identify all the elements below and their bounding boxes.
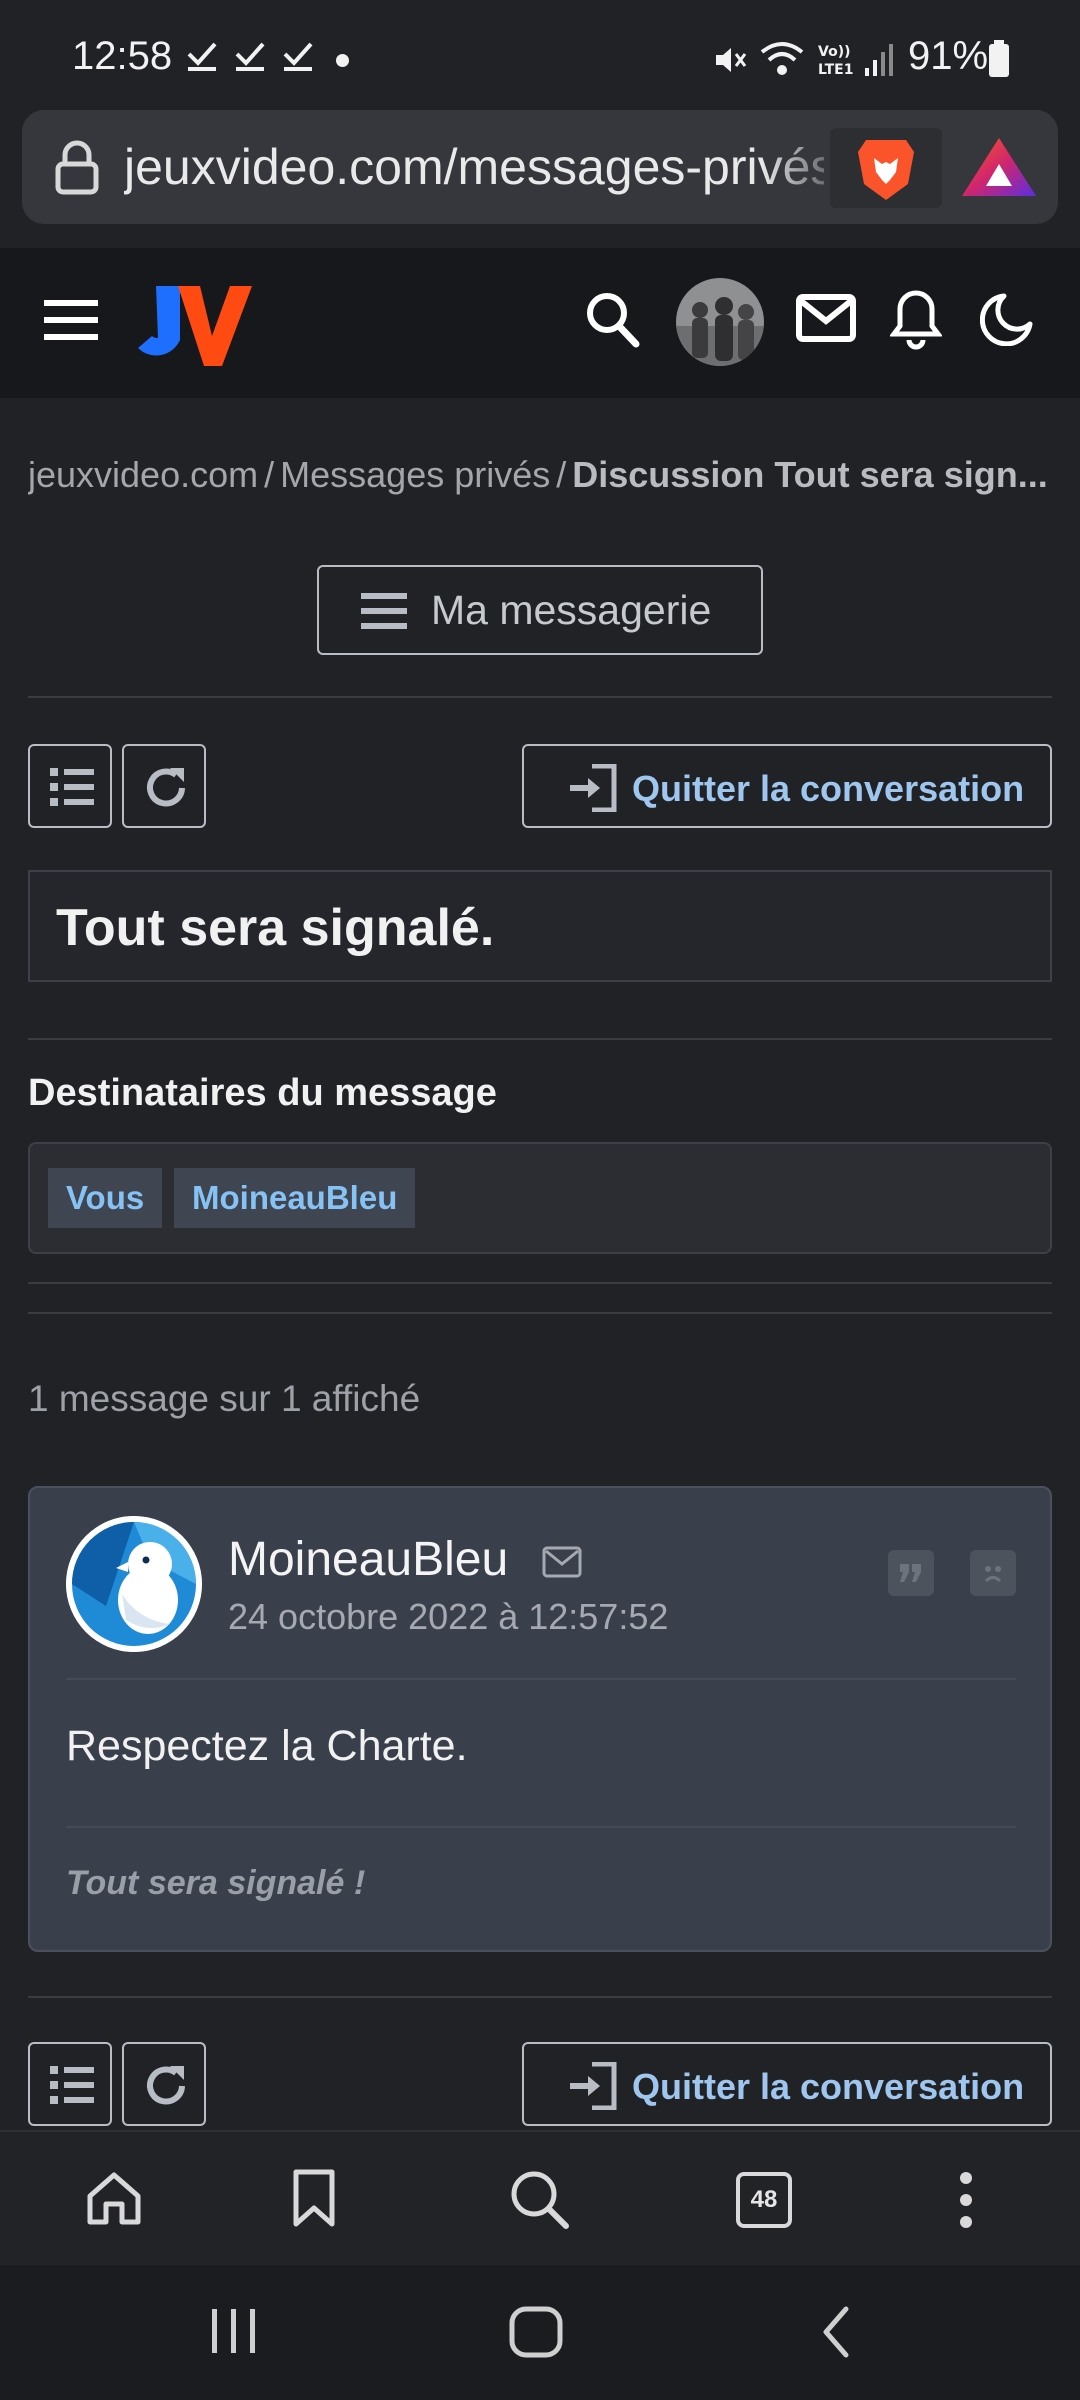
exit-door-icon (570, 764, 617, 812)
author-name[interactable]: MoineauBleu (228, 1532, 508, 1587)
quit-conversation-button[interactable]: Quitter la conversation (522, 2042, 1052, 2126)
more-icon[interactable] (956, 2170, 976, 2230)
brave-rewards-icon[interactable] (954, 132, 1044, 204)
card-divider (66, 1678, 1016, 1680)
recipient-chip[interactable]: MoineauBleu (174, 1168, 416, 1228)
list-icon (50, 768, 94, 806)
quit-conversation-button[interactable]: Quitter la conversation (522, 744, 1052, 828)
divider (28, 1312, 1052, 1314)
message-body: Respectez la Charte. (66, 1722, 468, 1770)
message-count: 1 message sur 1 affiché (28, 1378, 421, 1419)
message-date: 24 octobre 2022 à 12:57:52 (228, 1596, 669, 1637)
hamburger-icon[interactable] (44, 298, 98, 342)
divider (28, 696, 1052, 698)
message-signature: Tout sera signalé ! (66, 1864, 366, 1902)
conversation-title: Tout sera signalé. (56, 899, 495, 957)
battery-icon (989, 40, 1009, 77)
back-icon[interactable] (818, 2305, 854, 2359)
card-divider (66, 1826, 1016, 1828)
recents-icon[interactable] (206, 2307, 262, 2355)
refresh-icon (147, 768, 185, 807)
svg-text:Vo)): Vo)) (818, 44, 850, 60)
jv-logo[interactable] (134, 278, 254, 370)
check-icon (235, 42, 265, 71)
refresh-button[interactable] (122, 744, 206, 828)
status-time: 12:58 (72, 34, 173, 78)
system-nav-bar (0, 2265, 1080, 2400)
mute-icon (716, 48, 747, 72)
bell-icon[interactable] (890, 288, 942, 350)
breadcrumb-messages[interactable]: Messages privés (280, 454, 550, 495)
list-view-button[interactable] (28, 744, 112, 828)
user-avatar[interactable] (674, 276, 766, 368)
home-nav-icon[interactable] (508, 2305, 564, 2359)
divider (28, 1282, 1052, 1284)
tabs-button[interactable]: 48 (736, 2172, 792, 2228)
quit-conversation-label: Quitter la conversation (632, 2066, 1025, 2107)
brave-lion-icon[interactable] (830, 128, 942, 208)
conversation-title-box: Tout sera signalé. (28, 870, 1052, 982)
check-icon (187, 42, 217, 71)
url-text[interactable]: jeuxvideo.com/messages-privés (124, 138, 824, 196)
recipients-heading: Destinataires du message (28, 1072, 497, 1114)
author-avatar[interactable] (66, 1516, 202, 1652)
lock-icon[interactable] (54, 140, 100, 196)
battery-percent: 91% (908, 34, 989, 78)
check-icon (283, 42, 313, 71)
list-icon (50, 2066, 94, 2104)
search-icon[interactable] (508, 2168, 570, 2230)
recipient-chip[interactable]: Vous (48, 1168, 163, 1228)
bird-avatar-icon (66, 1516, 202, 1652)
mail-icon[interactable] (796, 294, 856, 342)
search-icon[interactable] (584, 290, 640, 348)
quit-conversation-label: Quitter la conversation (632, 768, 1025, 809)
moon-icon[interactable] (980, 292, 1034, 346)
svg-text:LTE1: LTE1 (818, 62, 853, 78)
home-icon[interactable] (86, 2170, 142, 2226)
wifi-icon (760, 42, 804, 75)
recipients-box: Vous MoineauBleu (28, 1142, 1052, 1254)
bookmark-icon[interactable] (292, 2168, 336, 2228)
notification-dot (336, 54, 349, 67)
breadcrumb-site[interactable]: jeuxvideo.com (28, 454, 258, 495)
breadcrumb: jeuxvideo.com / Messages privés / Discussion… (28, 454, 1048, 495)
exit-door-icon (570, 2062, 617, 2110)
breadcrumb-current: Discussion Tout sera sign... (572, 454, 1048, 495)
site-header (0, 248, 1080, 398)
quote-icon (900, 1564, 921, 1582)
browser-toolbar: 48 (0, 2130, 1080, 2265)
message-card: MoineauBleu 24 octobre 2022 à 12:57:52 R… (28, 1486, 1052, 1952)
sad-face-icon (984, 1566, 1002, 1583)
quote-button[interactable] (888, 1550, 934, 1596)
mail-icon[interactable] (542, 1546, 582, 1578)
refresh-button[interactable] (122, 2042, 206, 2126)
menu-lines-icon (361, 593, 407, 629)
messagerie-label: Ma messagerie (431, 587, 712, 633)
url-bar[interactable]: jeuxvideo.com/messages-privés (22, 110, 1058, 224)
messagerie-button[interactable]: Ma messagerie (317, 565, 763, 655)
status-bar: 12:58 Vo)) LTE1 91% (0, 0, 1080, 110)
refresh-icon (147, 2066, 185, 2105)
divider (28, 1038, 1052, 1040)
divider (28, 1996, 1052, 1998)
signal-icon (865, 44, 893, 76)
list-view-button[interactable] (28, 2042, 112, 2126)
report-button[interactable] (970, 1550, 1016, 1596)
volte-icon: Vo)) LTE1 (818, 44, 853, 78)
